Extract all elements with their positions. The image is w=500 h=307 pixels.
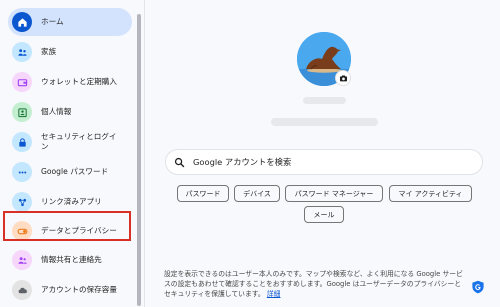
sidebar-item-wallet[interactable]: ウォレットと定期購入: [8, 68, 132, 96]
account-name-blurred: [303, 97, 346, 104]
sidebar-item-label: リンク済みアプリ: [41, 197, 102, 206]
personal-info-icon: [12, 102, 32, 122]
selection-highlight: [3, 211, 131, 241]
chip-password[interactable]: パスワード: [177, 185, 229, 202]
wallet-icon: [12, 72, 32, 92]
camera-icon[interactable]: [336, 71, 350, 85]
privacy-footer: 設定を表示できるのはユーザー本人のみです。マップや検索など、よく利用になる Go…: [164, 269, 464, 299]
people-icon: [12, 250, 32, 270]
chip-device[interactable]: デバイス: [234, 185, 280, 202]
sidebar-item-label: 情報共有と連絡先: [41, 255, 102, 264]
lock-icon: [12, 132, 32, 152]
sidebar-item-home[interactable]: ホーム: [8, 8, 132, 36]
sidebar-scrollbar[interactable]: [137, 14, 141, 306]
sidebar-item-label: 個人情報: [41, 107, 72, 116]
sidebar-item-storage[interactable]: アカウントの保存容量: [8, 276, 132, 304]
sidebar-item-personal-info[interactable]: 個人情報: [8, 98, 132, 126]
sidebar-item-google-password[interactable]: Google パスワード: [8, 158, 132, 186]
home-icon: [12, 12, 32, 32]
sidebar-item-security[interactable]: セキュリティとログイン: [8, 128, 132, 156]
privacy-footer-text: 設定を表示できるのはユーザー本人のみです。マップや検索など、よく利用になる Go…: [164, 270, 463, 298]
details-link[interactable]: 詳細: [267, 290, 281, 298]
google-shield-icon: [471, 279, 485, 294]
chip-password-manager[interactable]: パスワード マネージャー: [285, 185, 383, 202]
sidebar-item-label: 家族: [41, 47, 57, 56]
sidebar-item-family[interactable]: 家族: [8, 38, 132, 66]
sidebar-item-label: アカウントの保存容量: [41, 285, 117, 294]
family-icon: [12, 42, 32, 62]
cloud-icon: [12, 280, 32, 300]
password-icon: [12, 162, 32, 182]
chip-my-activity[interactable]: マイ アクティビティ: [389, 185, 472, 202]
account-email-blurred: [271, 118, 378, 126]
search-placeholder: Google アカウントを検索: [193, 157, 292, 167]
linked-apps-icon: [12, 192, 32, 212]
sidebar: ホーム 家族 ウォレットと定期購入 個人情報 セキュリティとログイン Googl…: [0, 0, 136, 307]
search-icon: [174, 157, 185, 167]
sidebar-item-sharing[interactable]: 情報共有と連絡先: [8, 246, 132, 274]
sidebar-item-label: Google パスワード: [41, 167, 109, 176]
sidebar-item-label: ホーム: [41, 17, 64, 26]
sidebar-item-label: ウォレットと定期購入: [41, 77, 117, 86]
sidebar-item-label: セキュリティとログイン: [41, 132, 117, 151]
chip-mail[interactable]: メール: [304, 206, 344, 223]
search-input[interactable]: Google アカウントを検索: [165, 149, 483, 175]
